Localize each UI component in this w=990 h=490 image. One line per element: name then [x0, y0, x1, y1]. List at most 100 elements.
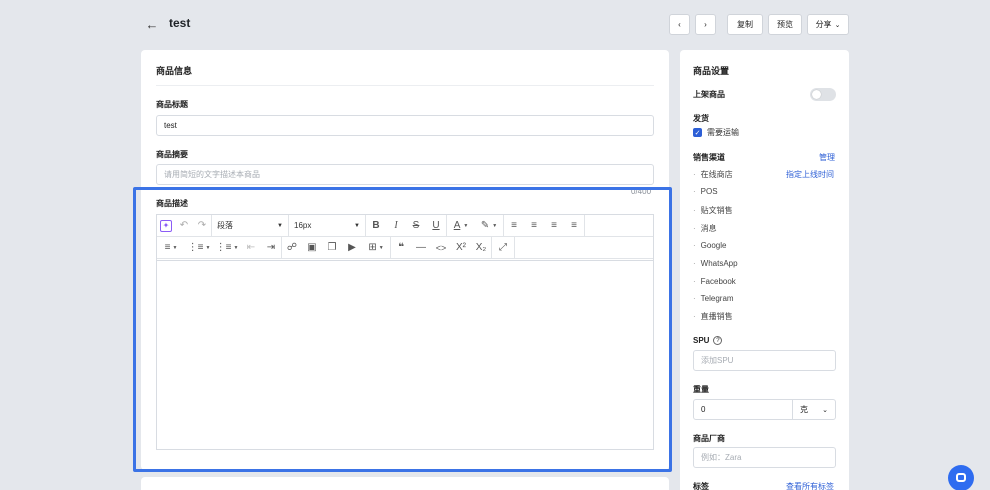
prev-button[interactable]: ‹ [669, 14, 690, 35]
indent-icon: ⇥ [266, 242, 276, 253]
channel-item: · Telegram [693, 294, 734, 303]
numbered-list-button[interactable]: ⋮≡ ▼ [213, 237, 241, 259]
channels-schedule-link[interactable]: 指定上线时间 [786, 169, 834, 180]
vendor-label: 商品厂商 [693, 434, 725, 443]
shipping-checkbox-label: 需要运输 [707, 128, 739, 137]
preview-button[interactable]: 预览 [768, 14, 802, 35]
channel-item: · POS [693, 187, 718, 196]
spu-input[interactable]: 添加SPU [693, 350, 836, 371]
tags-view-all-link[interactable]: 查看所有标签 [786, 481, 834, 490]
product-title-input[interactable]: test [156, 115, 654, 136]
channel-item: · Google [693, 241, 727, 250]
share-button[interactable]: 分享 ⌄ [807, 14, 849, 35]
subscript-icon: X₂ [475, 242, 487, 253]
undo-button[interactable]: ↶ [175, 215, 193, 237]
align-right-button[interactable]: ≡ [544, 215, 564, 237]
sparkle-icon: ✦ [160, 219, 172, 232]
code-icon: <> [435, 242, 447, 253]
channels-manage-link[interactable]: 管理 [819, 152, 835, 163]
numbered-list-icon: ⋮≡ [215, 242, 232, 253]
caret-down-icon: ▼ [378, 244, 384, 251]
chat-button[interactable] [948, 465, 974, 490]
strikethrough-button[interactable]: S [406, 215, 426, 237]
font-size-select[interactable]: 16px ▼ [289, 215, 365, 237]
paragraph-select-value: 段落 [217, 221, 233, 230]
channel-item: · WhatsApp [693, 259, 738, 268]
superscript-button[interactable]: X² [451, 237, 471, 259]
indent-button[interactable]: ⇥ [261, 237, 281, 259]
next-button[interactable]: › [695, 14, 716, 35]
horizontal-rule-button[interactable]: — [411, 237, 431, 259]
caret-down-icon: ▼ [354, 222, 360, 229]
gallery-button[interactable]: ❐ [322, 237, 342, 259]
image-icon: ▣ [307, 242, 317, 253]
channel-item: · Facebook [693, 277, 736, 286]
font-size-select-value: 16px [294, 221, 312, 230]
product-settings-title: 商品设置 [693, 66, 730, 76]
shipping-checkbox[interactable]: ✓ [693, 128, 702, 137]
italic-button[interactable]: I [386, 215, 406, 237]
spu-label: SPU [693, 336, 710, 345]
copy-button[interactable]: 复制 [727, 14, 763, 35]
weight-unit-select[interactable]: 克 ⌄ [792, 399, 836, 420]
link-icon: ☍ [286, 242, 298, 253]
product-summary-label: 商品摘要 [156, 150, 188, 159]
paragraph-select[interactable]: 段落 ▼ [212, 215, 288, 237]
bold-button[interactable]: B [366, 215, 386, 237]
caret-down-icon: ▼ [463, 222, 469, 229]
link-button[interactable]: ☍ [282, 237, 302, 259]
description-editor[interactable] [156, 260, 654, 450]
line-height-button[interactable]: ≡ ▼ [157, 237, 185, 259]
weight-unit-value: 克 [800, 405, 808, 414]
product-title-value: test [164, 121, 177, 130]
subscript-button[interactable]: X₂ [471, 237, 491, 259]
toolbar-separator [514, 236, 515, 259]
redo-icon: ↷ [197, 220, 207, 231]
channel-item: · 消息 [693, 224, 717, 233]
arrow-left-icon: ← [145, 16, 159, 32]
vendor-input[interactable]: 例如：Zara [693, 447, 836, 468]
text-color-icon: A [453, 220, 461, 231]
italic-icon: I [394, 220, 398, 231]
bullet-list-button[interactable]: ⋮≡ ▼ [185, 237, 213, 259]
highlight-color-button[interactable]: ✎ ▼ [475, 215, 503, 237]
underline-button[interactable]: U [426, 215, 446, 237]
product-summary-input[interactable]: 请用简短的文字描述本商品 [156, 164, 654, 185]
fullscreen-button[interactable]: ⤢ [492, 237, 514, 259]
code-button[interactable]: <> [431, 237, 451, 259]
product-description-label: 商品描述 [156, 199, 188, 208]
share-label: 分享 [815, 20, 832, 29]
fullscreen-icon: ⤢ [499, 242, 507, 253]
outdent-button[interactable]: ⇤ [241, 237, 261, 259]
back-button[interactable]: ← [141, 13, 163, 35]
outdent-icon: ⇤ [246, 242, 256, 253]
horizontal-rule-icon: — [416, 242, 426, 253]
publish-toggle[interactable] [810, 88, 836, 101]
help-icon[interactable]: ? [713, 336, 723, 345]
product-title-label: 商品标题 [156, 100, 188, 109]
ai-assist-button[interactable]: ✦ [157, 215, 175, 237]
editor-toolbar: ✦ ↶ ↷ 段落 ▼ 16px ▼ B I S U A ▼ ✎ ▼ ≡ ≡ ≡ … [156, 214, 654, 260]
shipping-checkbox-row[interactable]: ✓ 需要运输 [693, 127, 739, 138]
align-left-button[interactable]: ≡ [504, 215, 524, 237]
tags-label: 标签 [693, 482, 709, 490]
chevron-left-icon: ‹ [678, 20, 681, 29]
weight-label: 重量 [693, 385, 709, 394]
channel-item: · 贴文销售 [693, 206, 733, 215]
redo-button[interactable]: ↷ [193, 215, 211, 237]
align-center-icon: ≡ [531, 220, 537, 231]
strikethrough-icon: S [412, 220, 420, 231]
text-color-button[interactable]: A ▼ [447, 215, 475, 237]
weight-input[interactable]: 0 [693, 399, 793, 420]
video-button[interactable]: ▶ [342, 237, 362, 259]
superscript-icon: X² [456, 242, 466, 253]
align-justify-button[interactable]: ≡ [564, 215, 584, 237]
table-button[interactable]: ⊞ ▼ [362, 237, 390, 259]
align-center-button[interactable]: ≡ [524, 215, 544, 237]
image-button[interactable]: ▣ [302, 237, 322, 259]
caret-down-icon: ▼ [277, 222, 283, 229]
line-height-icon: ≡ [164, 242, 171, 253]
toolbar-row-1: ✦ ↶ ↷ 段落 ▼ 16px ▼ B I S U A ▼ ✎ ▼ ≡ ≡ ≡ … [157, 214, 653, 237]
blockquote-button[interactable]: ❝ [391, 237, 411, 259]
table-icon: ⊞ [368, 242, 377, 253]
